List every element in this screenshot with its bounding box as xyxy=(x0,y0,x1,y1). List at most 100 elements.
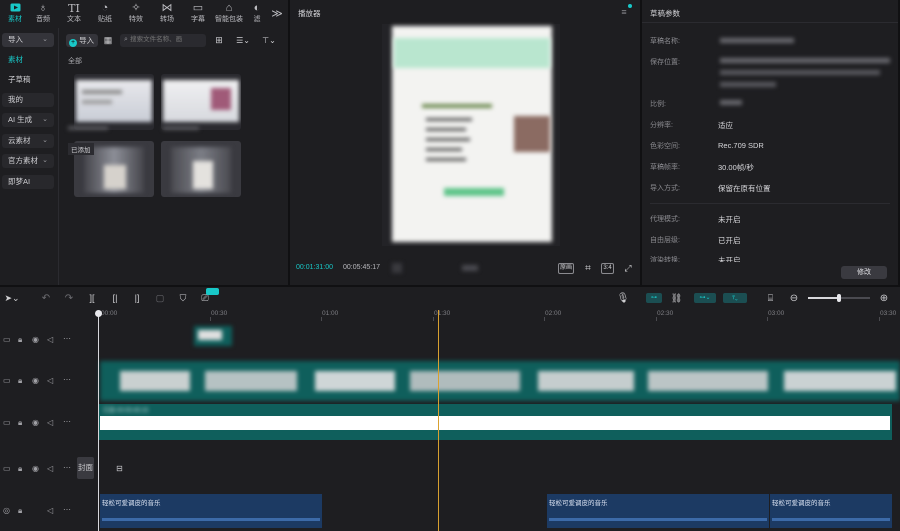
mute-icon[interactable]: ◁ xyxy=(47,464,53,473)
prop-label: 分辨率: xyxy=(650,122,673,129)
ruler-tick xyxy=(210,317,211,321)
search-input[interactable]: ⌕ xyxy=(120,34,206,47)
undo-icon[interactable]: ↶ xyxy=(40,292,52,304)
qr-icon[interactable]: ▦ xyxy=(102,34,114,47)
more-icon[interactable]: ⋯ xyxy=(63,375,71,384)
zoom-out-icon[interactable]: ⊖ xyxy=(788,292,800,304)
auto-snap-toggle[interactable]: ⊶⌄ xyxy=(694,293,716,303)
toolbar-effects[interactable]: ✧ 特效 xyxy=(121,2,151,26)
media-thumb[interactable] xyxy=(74,74,154,130)
timeline-start-marker[interactable] xyxy=(95,310,102,317)
toolbar-audio[interactable]: ♁ 音频 xyxy=(28,2,58,26)
audio-clip-label: 轻松可爱调皮的音乐 xyxy=(772,500,831,507)
ruler-tick xyxy=(321,317,322,321)
audio-waveform xyxy=(772,518,890,521)
sidebar-item-media[interactable]: 素材 xyxy=(2,53,54,67)
toolbar-more-button[interactable]: ≫ xyxy=(268,6,286,20)
small-clip[interactable] xyxy=(194,326,232,346)
sidebar-item-cloud[interactable]: 云素材 ⌄ xyxy=(2,134,54,148)
media-thumb[interactable] xyxy=(161,141,241,197)
preview-axis-toggle[interactable]: ⫯⌄ xyxy=(723,293,747,303)
caption-icon[interactable]: ⌸ xyxy=(764,292,777,304)
main-track-magnet-toggle[interactable]: ⊶ xyxy=(646,293,662,303)
fullscreen-icon[interactable]: ⤢ xyxy=(622,262,634,274)
more-icon[interactable]: ⋯ xyxy=(63,417,71,426)
import-button[interactable]: + 导入 xyxy=(66,34,98,47)
more-icon[interactable]: ⋯ xyxy=(63,505,71,514)
play-button[interactable] xyxy=(392,263,402,273)
lock-icon[interactable]: 🔒︎ xyxy=(18,464,22,474)
screenshot-icon[interactable]: ⌗ xyxy=(582,262,594,274)
props-title: 草稿参数 xyxy=(650,9,680,18)
toolbar-subtitle[interactable]: ▭ 字幕 xyxy=(183,2,213,26)
main-video-clip[interactable] xyxy=(98,404,892,440)
lock-icon[interactable]: 🔒︎ xyxy=(18,506,22,516)
mute-icon[interactable]: ◁ xyxy=(47,335,53,344)
new-badge xyxy=(206,288,219,295)
cover-button[interactable]: 封面 xyxy=(77,457,94,479)
total-time: 00:05:45:17 xyxy=(343,264,380,271)
toolbar-sticker[interactable]: ◔ 贴纸 xyxy=(90,2,120,26)
all-filter-label[interactable]: 全部 xyxy=(68,56,82,66)
prop-label: 保存位置: xyxy=(650,59,680,66)
split-left-icon[interactable]: [| xyxy=(109,292,121,304)
redo-icon[interactable]: ↷ xyxy=(63,292,75,304)
more-icon[interactable]: ⋯ xyxy=(63,463,71,472)
lock-icon[interactable]: 🔒︎ xyxy=(18,418,22,428)
microphone-icon[interactable]: 🎙︎ xyxy=(617,291,630,305)
eye-icon[interactable]: ◉ xyxy=(32,418,39,427)
lock-icon[interactable]: 🔒︎ xyxy=(18,335,22,345)
ruler-label: 02:30 xyxy=(657,310,674,317)
audio-clip-label: 轻松可爱调皮的音乐 xyxy=(102,500,161,507)
split-icon[interactable]: ][ xyxy=(86,292,98,304)
sidebar-item-sub-draft[interactable]: 子草稿 xyxy=(2,73,54,87)
filter-dropdown-icon[interactable]: ⊤⌄ xyxy=(260,35,278,46)
ruler-label: 00:00 xyxy=(101,310,118,317)
toolbar-transition[interactable]: ⋈ 转场 xyxy=(152,2,182,26)
mute-icon[interactable]: ◁ xyxy=(47,418,53,427)
playback-control[interactable] xyxy=(462,265,478,271)
color-space-value: Rec.709 SDR xyxy=(718,141,764,150)
select-tool-icon[interactable]: ➤⌄ xyxy=(3,292,21,304)
eye-icon[interactable]: ◉ xyxy=(32,464,39,473)
free-layer-value: 已开启 xyxy=(718,236,741,245)
toolbar-smart-pack[interactable]: ⌂ 智能包装 xyxy=(212,2,246,26)
sidebar-item-import[interactable]: 导入 ⌄ xyxy=(2,33,54,47)
lock-icon[interactable]: 🔒︎ xyxy=(18,376,22,386)
playhead[interactable] xyxy=(438,310,439,531)
aspect-ratio-button[interactable]: 3:4 xyxy=(601,263,614,274)
toolbar-media[interactable]: 素材 xyxy=(0,2,30,26)
grid-view-icon[interactable]: ⊞ xyxy=(213,35,225,46)
toolbar-text[interactable]: TI 文本 xyxy=(59,2,89,26)
split-right-icon[interactable]: |] xyxy=(131,292,143,304)
zoom-slider-knob[interactable] xyxy=(837,294,841,302)
eye-icon[interactable]: ◉ xyxy=(32,335,39,344)
sidebar-item-mine[interactable]: 我的 xyxy=(2,93,54,107)
search-field[interactable] xyxy=(130,34,201,45)
video-clip-strip[interactable] xyxy=(100,361,900,401)
more-icon[interactable]: ⋯ xyxy=(63,334,71,343)
toolbar-filter[interactable]: ◐ 滤 xyxy=(248,2,266,26)
text-icon: TI xyxy=(68,2,80,15)
zoom-in-icon[interactable]: ⊕ xyxy=(878,292,890,304)
sidebar-item-jimeng-ai[interactable]: 即梦AI xyxy=(2,175,54,189)
sidebar-item-ai-generate[interactable]: AI 生成 ⌄ xyxy=(2,113,54,127)
zoom-slider[interactable] xyxy=(808,294,870,302)
subtitle-icon: ▭ xyxy=(192,2,204,14)
link-icon[interactable]: ⛓ xyxy=(670,292,683,304)
ruler-tick xyxy=(656,317,657,321)
media-thumb[interactable] xyxy=(161,74,241,130)
modify-button[interactable]: 修改 xyxy=(841,266,887,279)
sidebar-item-official[interactable]: 官方素材 ⌄ xyxy=(2,154,54,168)
audio-clip-label: 轻松可爱调皮的音乐 xyxy=(549,500,608,507)
delete-icon[interactable]: ▢ xyxy=(154,292,166,304)
track-control-row: ▭ 🔒︎ ◉ ◁ ⋯ xyxy=(0,371,78,391)
sort-icon[interactable]: ☰⌄ xyxy=(235,35,251,46)
mute-icon[interactable]: ◁ xyxy=(47,506,53,515)
eye-icon[interactable]: ◉ xyxy=(32,376,39,385)
timeline-start-line xyxy=(98,314,99,531)
shield-icon[interactable]: ⛉ xyxy=(177,292,189,304)
mute-icon[interactable]: ◁ xyxy=(47,376,53,385)
ratio-button[interactable]: 原画 xyxy=(558,263,574,274)
transition-icon: ⋈ xyxy=(161,2,173,14)
